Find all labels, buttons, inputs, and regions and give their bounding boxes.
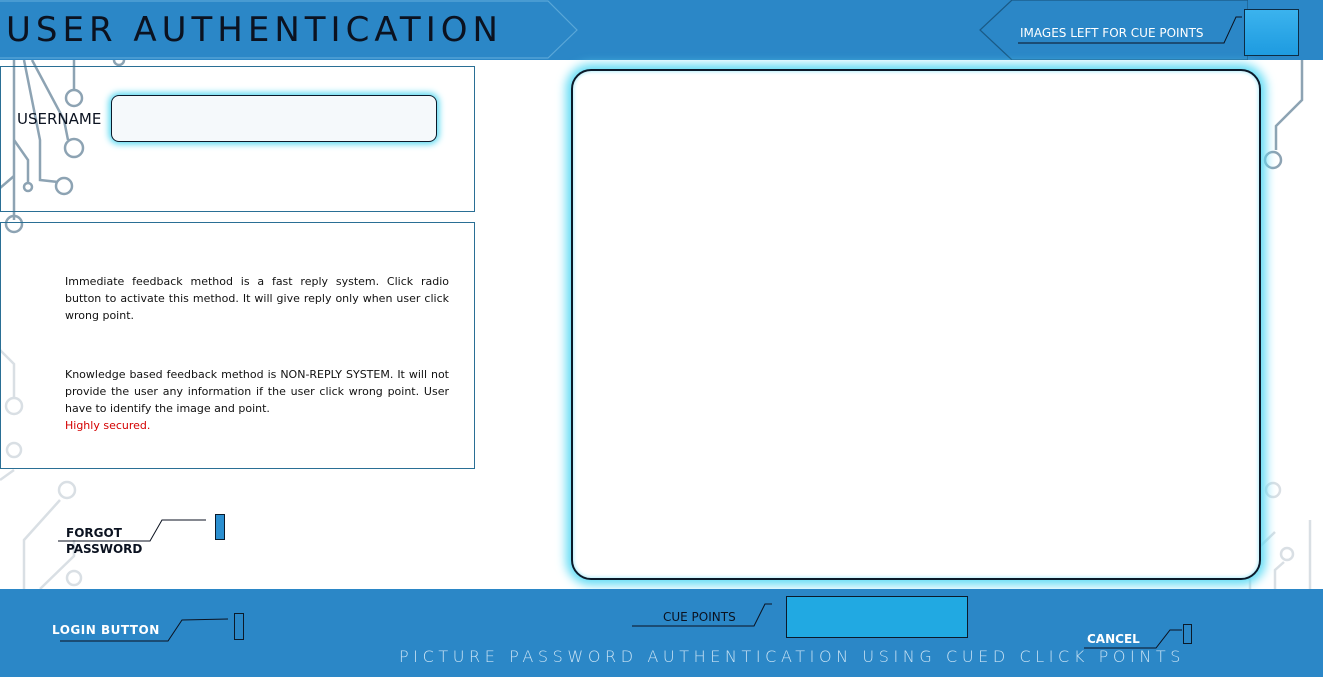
image-canvas[interactable] (571, 69, 1261, 580)
knowledge-feedback-text: Knowledge based feedback method is NON-R… (65, 368, 449, 415)
images-left-counter (1244, 9, 1299, 56)
page-title: USER AUTHENTICATION (6, 10, 503, 50)
login-connector (60, 618, 229, 642)
knowledge-feedback-block: Knowledge based feedback method is NON-R… (65, 366, 449, 434)
username-input[interactable] (111, 95, 437, 142)
images-left-label: IMAGES LEFT FOR CUE POINTS (1020, 26, 1204, 40)
highly-secured-text: Highly secured. (65, 419, 151, 432)
forgot-password-connector (58, 519, 206, 542)
cancel-button[interactable] (1183, 624, 1192, 644)
immediate-feedback-text: Immediate feedback method is a fast repl… (65, 275, 449, 322)
cue-points-connector (632, 603, 772, 627)
footer-caption: PICTURE PASSWORD AUTHENTICATION USING CU… (399, 647, 1186, 666)
cue-points-display (786, 596, 968, 638)
username-label: USERNAME (17, 110, 102, 128)
forgot-password-button[interactable] (215, 514, 225, 540)
login-button[interactable] (234, 613, 244, 640)
